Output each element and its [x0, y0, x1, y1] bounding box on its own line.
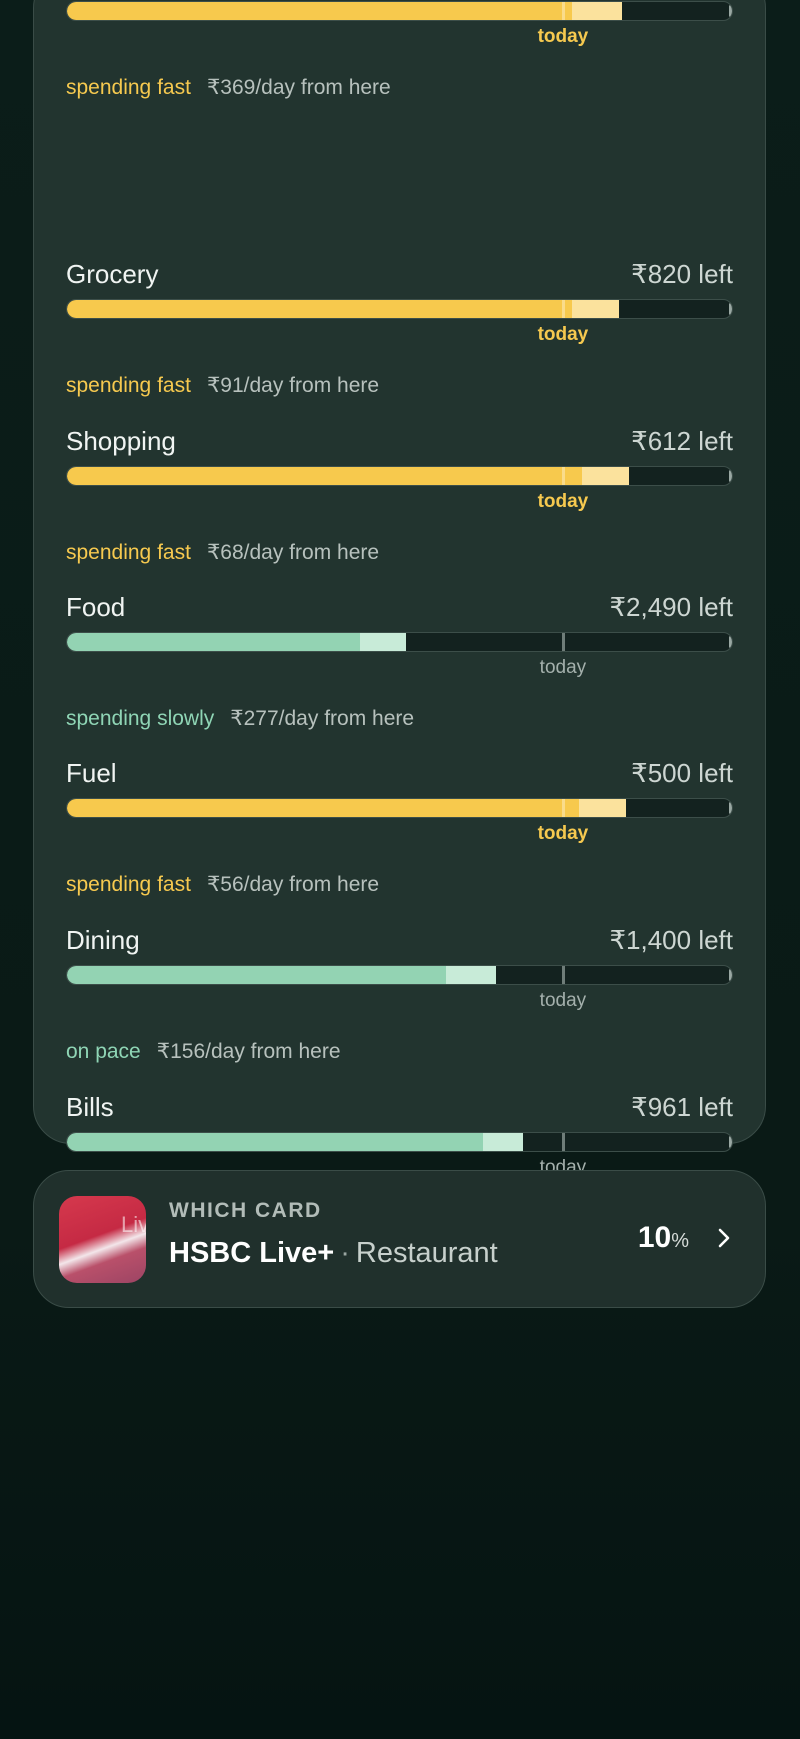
category-name: Bills: [66, 1092, 114, 1122]
progress-pending: [446, 966, 496, 984]
today-label: today: [537, 26, 589, 47]
amount-left: ₹961 left: [631, 1092, 733, 1122]
daily-rate: ₹56/day from here: [206, 873, 380, 896]
today-marker: [562, 633, 566, 651]
progress-bar: [66, 466, 733, 486]
progress-bar: [66, 798, 733, 818]
progress-fill: [67, 300, 619, 318]
today-marker: [562, 1133, 566, 1151]
progress-fill: [67, 467, 629, 485]
today-label: today: [537, 324, 589, 345]
category-name: Fuel: [66, 758, 117, 788]
pace-status-label: spending fast: [66, 873, 191, 896]
which-card-suggestion[interactable]: Liv WHICH CARD HSBC Live+ · Restaurant 10%: [33, 1170, 766, 1308]
progress-bar: [66, 965, 733, 985]
bar-end-cap: [729, 470, 732, 482]
progress-pending: [582, 467, 629, 485]
progress-bar: [66, 299, 733, 319]
category-header: Food ₹2,490 left: [66, 592, 733, 632]
today-marker: [562, 300, 566, 318]
progress-pending: [482, 1133, 523, 1151]
today-marker: [562, 799, 566, 817]
daily-rate: ₹156/day from here: [156, 1040, 341, 1063]
daily-rate: ₹91/day from here: [206, 374, 380, 397]
pace-status: on pace ₹156/day from here: [66, 1039, 341, 1064]
credit-card-thumbnail: Liv: [59, 1196, 146, 1283]
progress-fill: [67, 799, 626, 817]
progress-pending: [572, 2, 623, 20]
progress-fill: [67, 966, 496, 984]
category-name: Grocery: [66, 259, 159, 289]
category-header: Shopping ₹612 left: [66, 426, 733, 466]
progress-bar: [66, 632, 733, 652]
percent-sign: %: [671, 1230, 689, 1252]
progress-pending: [572, 300, 619, 318]
pace-status-label: spending slowly: [66, 707, 215, 730]
category-header: Grocery ₹820 left: [66, 259, 733, 299]
amount-left: ₹1,400 left: [609, 925, 733, 955]
bar-end-cap: [729, 303, 732, 315]
pace-status-label: on pace: [66, 1040, 141, 1063]
daily-rate: ₹277/day from here: [230, 707, 415, 730]
amount-left: ₹2,490 left: [609, 592, 733, 622]
bar-end-cap: [729, 636, 732, 648]
bar-end-cap: [729, 969, 732, 981]
which-card-heading: WHICH CARD: [169, 1199, 322, 1222]
category-header: Fuel ₹500 left: [66, 758, 733, 798]
pace-status: spending fast ₹91/day from here: [66, 373, 379, 398]
progress-pending: [579, 799, 626, 817]
today-label: today: [537, 823, 589, 844]
card-thumb-label: Liv: [121, 1212, 146, 1237]
today-label: today: [539, 990, 587, 1011]
progress-bar: [66, 1, 733, 21]
progress-pending: [359, 633, 407, 651]
category-name: Dining: [66, 925, 140, 955]
progress-bar: [66, 1132, 733, 1152]
today-marker: [562, 467, 566, 485]
amount-left: ₹820 left: [631, 259, 733, 289]
pace-status: spending fast ₹56/day from here: [66, 872, 379, 897]
progress-fill: [67, 2, 623, 20]
pace-status-label: spending fast: [66, 374, 191, 397]
daily-rate: ₹369/day from here: [206, 76, 391, 99]
pace-status-label: spending fast: [66, 76, 191, 99]
category-name: Food: [66, 592, 126, 622]
amount-left: ₹612 left: [631, 426, 733, 456]
today-label: today: [537, 491, 589, 512]
pace-status: spending fast ₹369/day from here: [66, 75, 391, 100]
category-header: Bills ₹961 left: [66, 1092, 733, 1132]
pace-status: spending slowly ₹277/day from here: [66, 706, 414, 731]
daily-rate: ₹68/day from here: [206, 541, 380, 564]
budget-card: today spending fast ₹369/day from here Groc…: [33, 0, 766, 1230]
card-name: HSBC Live+: [169, 1237, 335, 1269]
percent-value: 10: [637, 1221, 672, 1254]
pace-status-label: spending fast: [66, 541, 191, 564]
today-label: today: [539, 657, 587, 678]
separator-dot: ·: [340, 1237, 350, 1269]
today-marker: [562, 966, 566, 984]
progress-fill: [67, 1133, 523, 1151]
pace-status: spending fast ₹68/day from here: [66, 540, 379, 565]
bar-end-cap: [729, 5, 732, 17]
cashback-percent: 10%: [638, 1221, 689, 1255]
card-category: Restaurant: [355, 1237, 498, 1269]
category-name: Shopping: [66, 426, 176, 456]
progress-fill: [67, 633, 407, 651]
chevron-right-icon[interactable]: [709, 1223, 739, 1253]
bar-end-cap: [729, 1136, 732, 1148]
bar-end-cap: [729, 802, 732, 814]
card-detail-line: HSBC Live+ · Restaurant: [169, 1237, 498, 1270]
amount-left: ₹500 left: [631, 758, 733, 788]
category-header: Dining ₹1,400 left: [66, 925, 733, 965]
today-marker: [562, 2, 566, 20]
